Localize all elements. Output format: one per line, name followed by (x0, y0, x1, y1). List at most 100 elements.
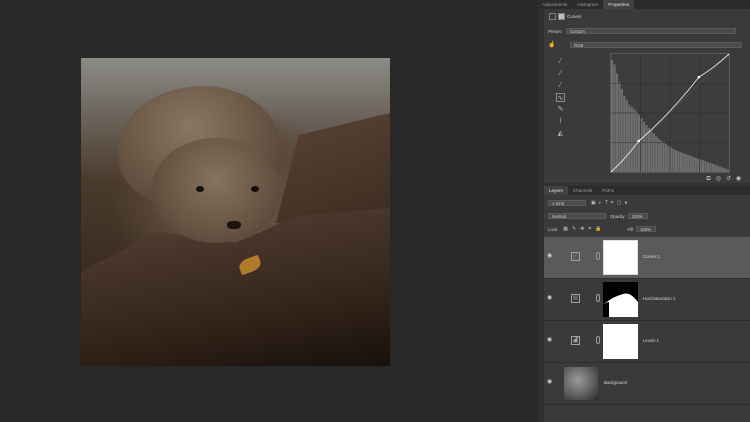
opacity-input[interactable]: 100% (627, 213, 648, 219)
histogram-bar (682, 153, 685, 172)
otter-eye-right (251, 186, 259, 192)
curves-svg[interactable] (611, 54, 729, 172)
channel-dropdown[interactable]: RGB (570, 41, 742, 48)
link-icon[interactable] (596, 252, 600, 260)
histogram-bar (716, 165, 719, 172)
eye-icon[interactable]: ◉ (547, 295, 554, 302)
layer-name[interactable]: Curves 1 (643, 254, 660, 259)
layer-mask-thumbnail[interactable] (603, 240, 638, 275)
otter-nose (227, 221, 241, 229)
layer-levels[interactable]: ◉ ▟ Levels 1 (544, 321, 750, 363)
histogram-bar (689, 155, 692, 172)
eye-icon[interactable]: ◉ (547, 337, 554, 344)
histogram-bar (625, 100, 628, 172)
fill-label: Fill: (627, 226, 635, 232)
link-icon[interactable] (596, 336, 600, 344)
layer-mask-thumbnail[interactable] (603, 282, 638, 317)
eye-icon[interactable]: ◉ (547, 379, 554, 386)
otter-photo[interactable] (81, 58, 390, 366)
histogram-bar (662, 142, 665, 172)
tab-properties[interactable]: Properties (603, 0, 635, 9)
otter-eye-left (196, 186, 204, 192)
histogram-bar (697, 158, 700, 172)
curve-control-point[interactable] (637, 139, 640, 143)
eye-icon[interactable]: ◉ (547, 253, 554, 260)
layers-tabbar: Layers Channels Paths (544, 186, 750, 195)
clip-warning-icon[interactable]: ◭ (556, 129, 565, 138)
layer-name[interactable]: Background (604, 380, 627, 385)
histogram-bar (630, 107, 633, 172)
histogram-bar (642, 121, 646, 172)
clip-to-layer-icon[interactable]: ⧉ (705, 176, 712, 183)
tab-paths[interactable]: Paths (597, 186, 619, 195)
histogram-bar (670, 147, 673, 172)
layer-background[interactable]: ◉ Background (544, 363, 750, 405)
histogram-bar (635, 111, 638, 172)
histogram-bar (652, 133, 655, 172)
histogram-bar (694, 157, 697, 172)
histogram-bar (640, 118, 643, 172)
levels-adjustment-icon: ▟ (571, 336, 580, 345)
view-previous-icon[interactable]: ◎ (715, 176, 722, 183)
histogram-bar (677, 151, 680, 172)
hand-adjust-icon[interactable]: ☝ (548, 41, 558, 48)
histogram-bar (701, 160, 705, 172)
properties-header: Curves (549, 13, 581, 20)
layer-curves[interactable]: ◉ ⟋ Curves 1 (544, 237, 750, 279)
curve-control-point[interactable] (611, 170, 613, 172)
properties-footer: ⧉ ◎ ↺ ◉ (705, 176, 742, 183)
link-icon[interactable] (596, 294, 600, 302)
curves-adjustment-icon: ⟋ (571, 252, 580, 261)
adjustment-icon (549, 13, 556, 20)
fill-input[interactable]: 100% (636, 226, 657, 232)
curve-control-point[interactable] (727, 54, 729, 56)
curve-control-point[interactable] (697, 75, 701, 79)
tab-adjustments[interactable]: Adjustments (537, 0, 572, 9)
histogram-bar (704, 161, 707, 172)
reset-icon[interactable]: ↺ (725, 176, 732, 183)
mask-shape (603, 282, 638, 317)
pencil-icon[interactable]: ✎ (556, 105, 565, 114)
histogram-bar (657, 138, 660, 172)
layer-hue-saturation[interactable]: ◉ ▤ Hue/Saturation 1 (544, 279, 750, 321)
histogram-bar (674, 150, 678, 172)
background-thumbnail[interactable] (564, 367, 598, 400)
blend-mode-dropdown[interactable]: Normal (548, 213, 606, 219)
preset-row: Preset: Custom (548, 28, 736, 34)
histogram-bar (611, 60, 614, 172)
tab-histogram[interactable]: Histogram (572, 0, 603, 9)
layer-name[interactable]: Levels 1 (643, 338, 659, 343)
histogram-bar (719, 166, 722, 172)
hue-saturation-adjustment-icon: ▤ (571, 294, 580, 303)
visibility-icon[interactable]: ◉ (735, 176, 742, 183)
histogram-bar (687, 154, 690, 172)
kind-filter-dropdown[interactable]: ⌕ Kind (548, 200, 586, 206)
preset-label: Preset: (548, 28, 562, 34)
histogram-bar (714, 164, 717, 172)
eyedropper-gray-icon[interactable]: ⁄ (556, 69, 565, 78)
document-canvas[interactable] (0, 0, 537, 422)
eyedropper-black-icon[interactable]: ⁄ (556, 57, 565, 66)
tab-channels[interactable]: Channels (568, 186, 597, 195)
curve-point-tool-icon[interactable]: ∿ (556, 93, 565, 102)
lock-label: Lock: (548, 226, 559, 232)
histogram-bar (721, 167, 724, 172)
channel-row: ☝ RGB (548, 41, 742, 48)
tab-layers[interactable]: Layers (544, 186, 568, 195)
preset-dropdown[interactable]: Custom (565, 28, 736, 34)
eyedropper-white-icon[interactable]: ⁄ (556, 81, 565, 90)
lock-row: Lock: ▦✎✥⌗🔒 Fill: 100% (548, 226, 657, 232)
layer-name[interactable]: Hue/Saturation 1 (643, 296, 675, 301)
curves-graph[interactable] (610, 53, 730, 173)
smooth-icon[interactable]: ⌇ (556, 117, 565, 126)
histogram-bar (655, 136, 658, 172)
filter-icons[interactable]: ▣◐T⌗▢● (591, 200, 630, 206)
layer-mask-thumbnail[interactable] (603, 324, 638, 359)
mask-icon[interactable] (558, 13, 565, 20)
blend-row: Normal Opacity: 100% (548, 213, 648, 219)
histogram-bar (650, 130, 653, 172)
layer-filter-row: ⌕ Kind ▣◐T⌗▢● (548, 200, 630, 206)
histogram-bar (726, 169, 729, 172)
lock-icons[interactable]: ▦✎✥⌗🔒 (563, 226, 605, 232)
histogram-bar (667, 146, 670, 172)
